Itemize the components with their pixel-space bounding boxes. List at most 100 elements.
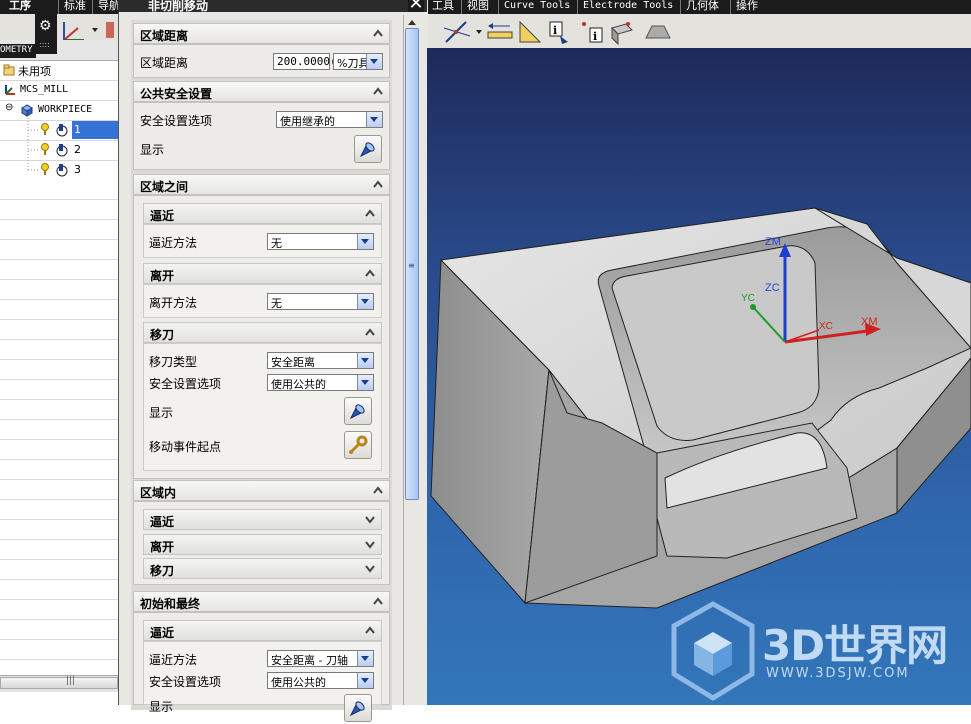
- section-initial-final[interactable]: 初始和最终: [133, 591, 390, 612]
- list-item[interactable]: MCS_MILL: [0, 80, 118, 101]
- surface-icon[interactable]: [645, 25, 671, 39]
- chevron-down-icon[interactable]: [364, 513, 376, 525]
- approach-method-select[interactable]: 无: [267, 233, 374, 250]
- dialog-title: 非切削移动: [148, 0, 209, 13]
- navigator-hscrollbar[interactable]: |||: [0, 675, 118, 692]
- folder-icon: [3, 64, 15, 76]
- transfer-type-select[interactable]: 安全距离: [267, 352, 374, 369]
- dialog-title-bar: 非切削移动: [118, 0, 427, 13]
- menu-view[interactable]: 视图: [461, 0, 494, 14]
- axis-label-xc: XC: [819, 321, 833, 332]
- info-object-icon[interactable]: i: [549, 21, 568, 44]
- grip-icon: ≡: [408, 261, 415, 270]
- section-region-distance[interactable]: 区域距离: [133, 23, 390, 44]
- axis-label-xm: XM: [861, 316, 878, 328]
- navigator-subheader: OMETRY: [0, 44, 36, 58]
- subsection-transfer[interactable]: 移刀: [143, 322, 382, 343]
- watermark-brand: 3D世界网: [762, 621, 948, 670]
- grip-icon[interactable]: ::::: [39, 40, 50, 49]
- menu-curve-tools[interactable]: Curve Tools: [498, 0, 575, 14]
- menu-standard[interactable]: 标准: [58, 0, 91, 14]
- subsection-body: 逼近方法 无: [143, 224, 382, 258]
- section-within-region[interactable]: 区域内: [133, 480, 390, 501]
- display-button[interactable]: [344, 397, 372, 425]
- chevron-up-icon[interactable]: [372, 27, 384, 39]
- subsection-transfer-collapsed[interactable]: 移刀: [143, 558, 382, 579]
- subsection-depart-collapsed[interactable]: 离开: [143, 534, 382, 555]
- mcs-icon: [5, 85, 15, 95]
- measure-distance-icon[interactable]: [487, 23, 513, 39]
- watermark-logo: 3D世界网 WWW.3DSJW.COM: [668, 600, 968, 704]
- subsection-approach-collapsed[interactable]: 逼近: [143, 509, 382, 530]
- chevron-up-icon[interactable]: [364, 326, 376, 338]
- menu-geometry[interactable]: 几何体: [680, 0, 724, 14]
- axis-label-zm: ZM: [765, 236, 781, 248]
- svg-text:i: i: [553, 24, 557, 37]
- menu-operation[interactable]: 工序: [4, 0, 36, 14]
- event-start-button[interactable]: [344, 431, 372, 459]
- menu-electrode-tools[interactable]: Electrode Tools: [577, 0, 678, 14]
- menu-tools[interactable]: 工具: [426, 0, 459, 14]
- initial-approach-method-select[interactable]: 安全距离 - 刀轴: [267, 650, 374, 667]
- gear-icon[interactable]: ⚙: [39, 18, 52, 34]
- region-distance-input[interactable]: 200.0000(: [273, 53, 337, 70]
- axis-label-zc: ZC: [765, 282, 780, 294]
- chevron-down-icon[interactable]: [357, 234, 373, 249]
- chevron-down-icon[interactable]: [357, 353, 373, 368]
- section-body: 区域距离 200.0000( %刀具: [133, 44, 390, 78]
- chevron-down-icon[interactable]: [357, 651, 373, 666]
- chevron-up-icon[interactable]: [372, 178, 384, 190]
- wrench-icon: [349, 435, 368, 454]
- public-safety-option-select[interactable]: 使用继承的: [276, 111, 383, 128]
- scrollbar-thumb[interactable]: ≡: [405, 28, 419, 500]
- subsection-depart[interactable]: 离开: [143, 263, 382, 284]
- close-icon[interactable]: ✕: [408, 0, 424, 13]
- depart-method-select[interactable]: 无: [267, 293, 374, 310]
- section-public-safety[interactable]: 公共安全设置: [133, 81, 390, 102]
- section-body: 安全设置选项 使用继承的 显示: [133, 102, 390, 170]
- chevron-down-icon[interactable]: [357, 673, 373, 688]
- chevron-down-icon[interactable]: [357, 375, 373, 390]
- resource-bar-settings[interactable]: ⚙ ::::: [35, 14, 57, 54]
- info-point-icon[interactable]: i: [582, 22, 603, 43]
- cube-logo-icon: [671, 601, 755, 701]
- section-between-regions[interactable]: 区域之间: [133, 174, 390, 195]
- chevron-up-icon[interactable]: [372, 85, 384, 97]
- chevron-down-icon[interactable]: [364, 538, 376, 550]
- chevron-up-icon[interactable]: [364, 624, 376, 636]
- chevron-up-icon[interactable]: [372, 484, 384, 496]
- axis-yc-tip: [750, 304, 756, 310]
- scroll-up-icon[interactable]: [405, 16, 419, 28]
- dropdown-icon[interactable]: [476, 30, 482, 34]
- info-body-icon[interactable]: [611, 22, 633, 46]
- navigator-empty-rows: [0, 180, 118, 675]
- point-icon[interactable]: [106, 22, 114, 38]
- display-button[interactable]: [344, 694, 372, 722]
- chevron-up-icon[interactable]: [372, 595, 384, 607]
- tree-lines: [27, 118, 40, 171]
- transfer-safety-select[interactable]: 使用公共的: [267, 374, 374, 391]
- flashlight-icon: [359, 142, 375, 158]
- chevron-up-icon[interactable]: [364, 267, 376, 279]
- csys-icon[interactable]: [63, 22, 84, 41]
- list-item[interactable]: 未用项: [0, 60, 118, 81]
- scrollbar-thumb[interactable]: [0, 677, 118, 689]
- axis-dropdown-icon[interactable]: [92, 28, 98, 32]
- line-tool-icon[interactable]: [443, 21, 471, 43]
- subsection-approach[interactable]: 逼近: [143, 620, 382, 641]
- subsection-body: 移刀类型 安全距离 安全设置选项 使用公共的 显示 移动事件起点: [143, 343, 382, 471]
- chevron-down-icon[interactable]: [364, 562, 376, 574]
- watermark-url: WWW.3DSJW.COM: [766, 666, 910, 681]
- axis-label-yc: YC: [741, 293, 755, 304]
- chevron-down-icon[interactable]: [357, 294, 373, 309]
- measure-angle-icon[interactable]: [519, 20, 542, 43]
- display-button[interactable]: [354, 135, 382, 163]
- initial-safety-select[interactable]: 使用公共的: [267, 672, 374, 689]
- chevron-up-icon[interactable]: [364, 207, 376, 219]
- menu-operations[interactable]: 操作: [730, 0, 763, 14]
- svg-text:i: i: [593, 30, 597, 43]
- subsection-approach[interactable]: 逼近: [143, 203, 382, 224]
- region-distance-unit-select[interactable]: %刀具: [333, 53, 383, 70]
- chevron-down-icon[interactable]: [366, 112, 382, 127]
- chevron-down-icon[interactable]: [366, 54, 382, 69]
